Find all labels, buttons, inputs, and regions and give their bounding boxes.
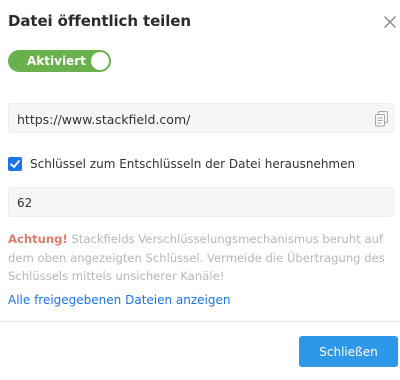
key-field[interactable]: 62	[8, 187, 394, 217]
dialog-title: Datei öffentlich teilen	[8, 12, 191, 30]
share-url-text[interactable]: https://www.stackfield.com/	[17, 112, 190, 127]
remove-key-label[interactable]: Schlüssel zum Entschlüsseln der Datei he…	[30, 157, 355, 171]
checkmark-icon	[10, 160, 20, 168]
show-all-shared-files-link[interactable]: Alle freigegebenen Dateien anzeigen	[8, 293, 231, 307]
share-url-field[interactable]: https://www.stackfield.com/	[8, 103, 394, 133]
toggle-label: Aktiviert	[27, 54, 86, 68]
warning-heading: Achtung!	[8, 232, 68, 246]
close-button[interactable]: Schließen	[299, 336, 398, 367]
toggle-knob	[91, 52, 109, 70]
share-file-dialog: Datei öffentlich teilen Aktiviert https:…	[0, 0, 400, 380]
remove-key-checkbox[interactable]	[8, 157, 22, 171]
security-warning: Achtung! Stackfields Verschlüsselungsmec…	[8, 230, 398, 286]
public-share-toggle[interactable]: Aktiviert	[8, 50, 111, 72]
key-value[interactable]: 62	[17, 196, 32, 210]
close-icon[interactable]	[382, 14, 398, 30]
footer-divider	[0, 321, 400, 322]
copy-icon[interactable]	[375, 111, 389, 127]
